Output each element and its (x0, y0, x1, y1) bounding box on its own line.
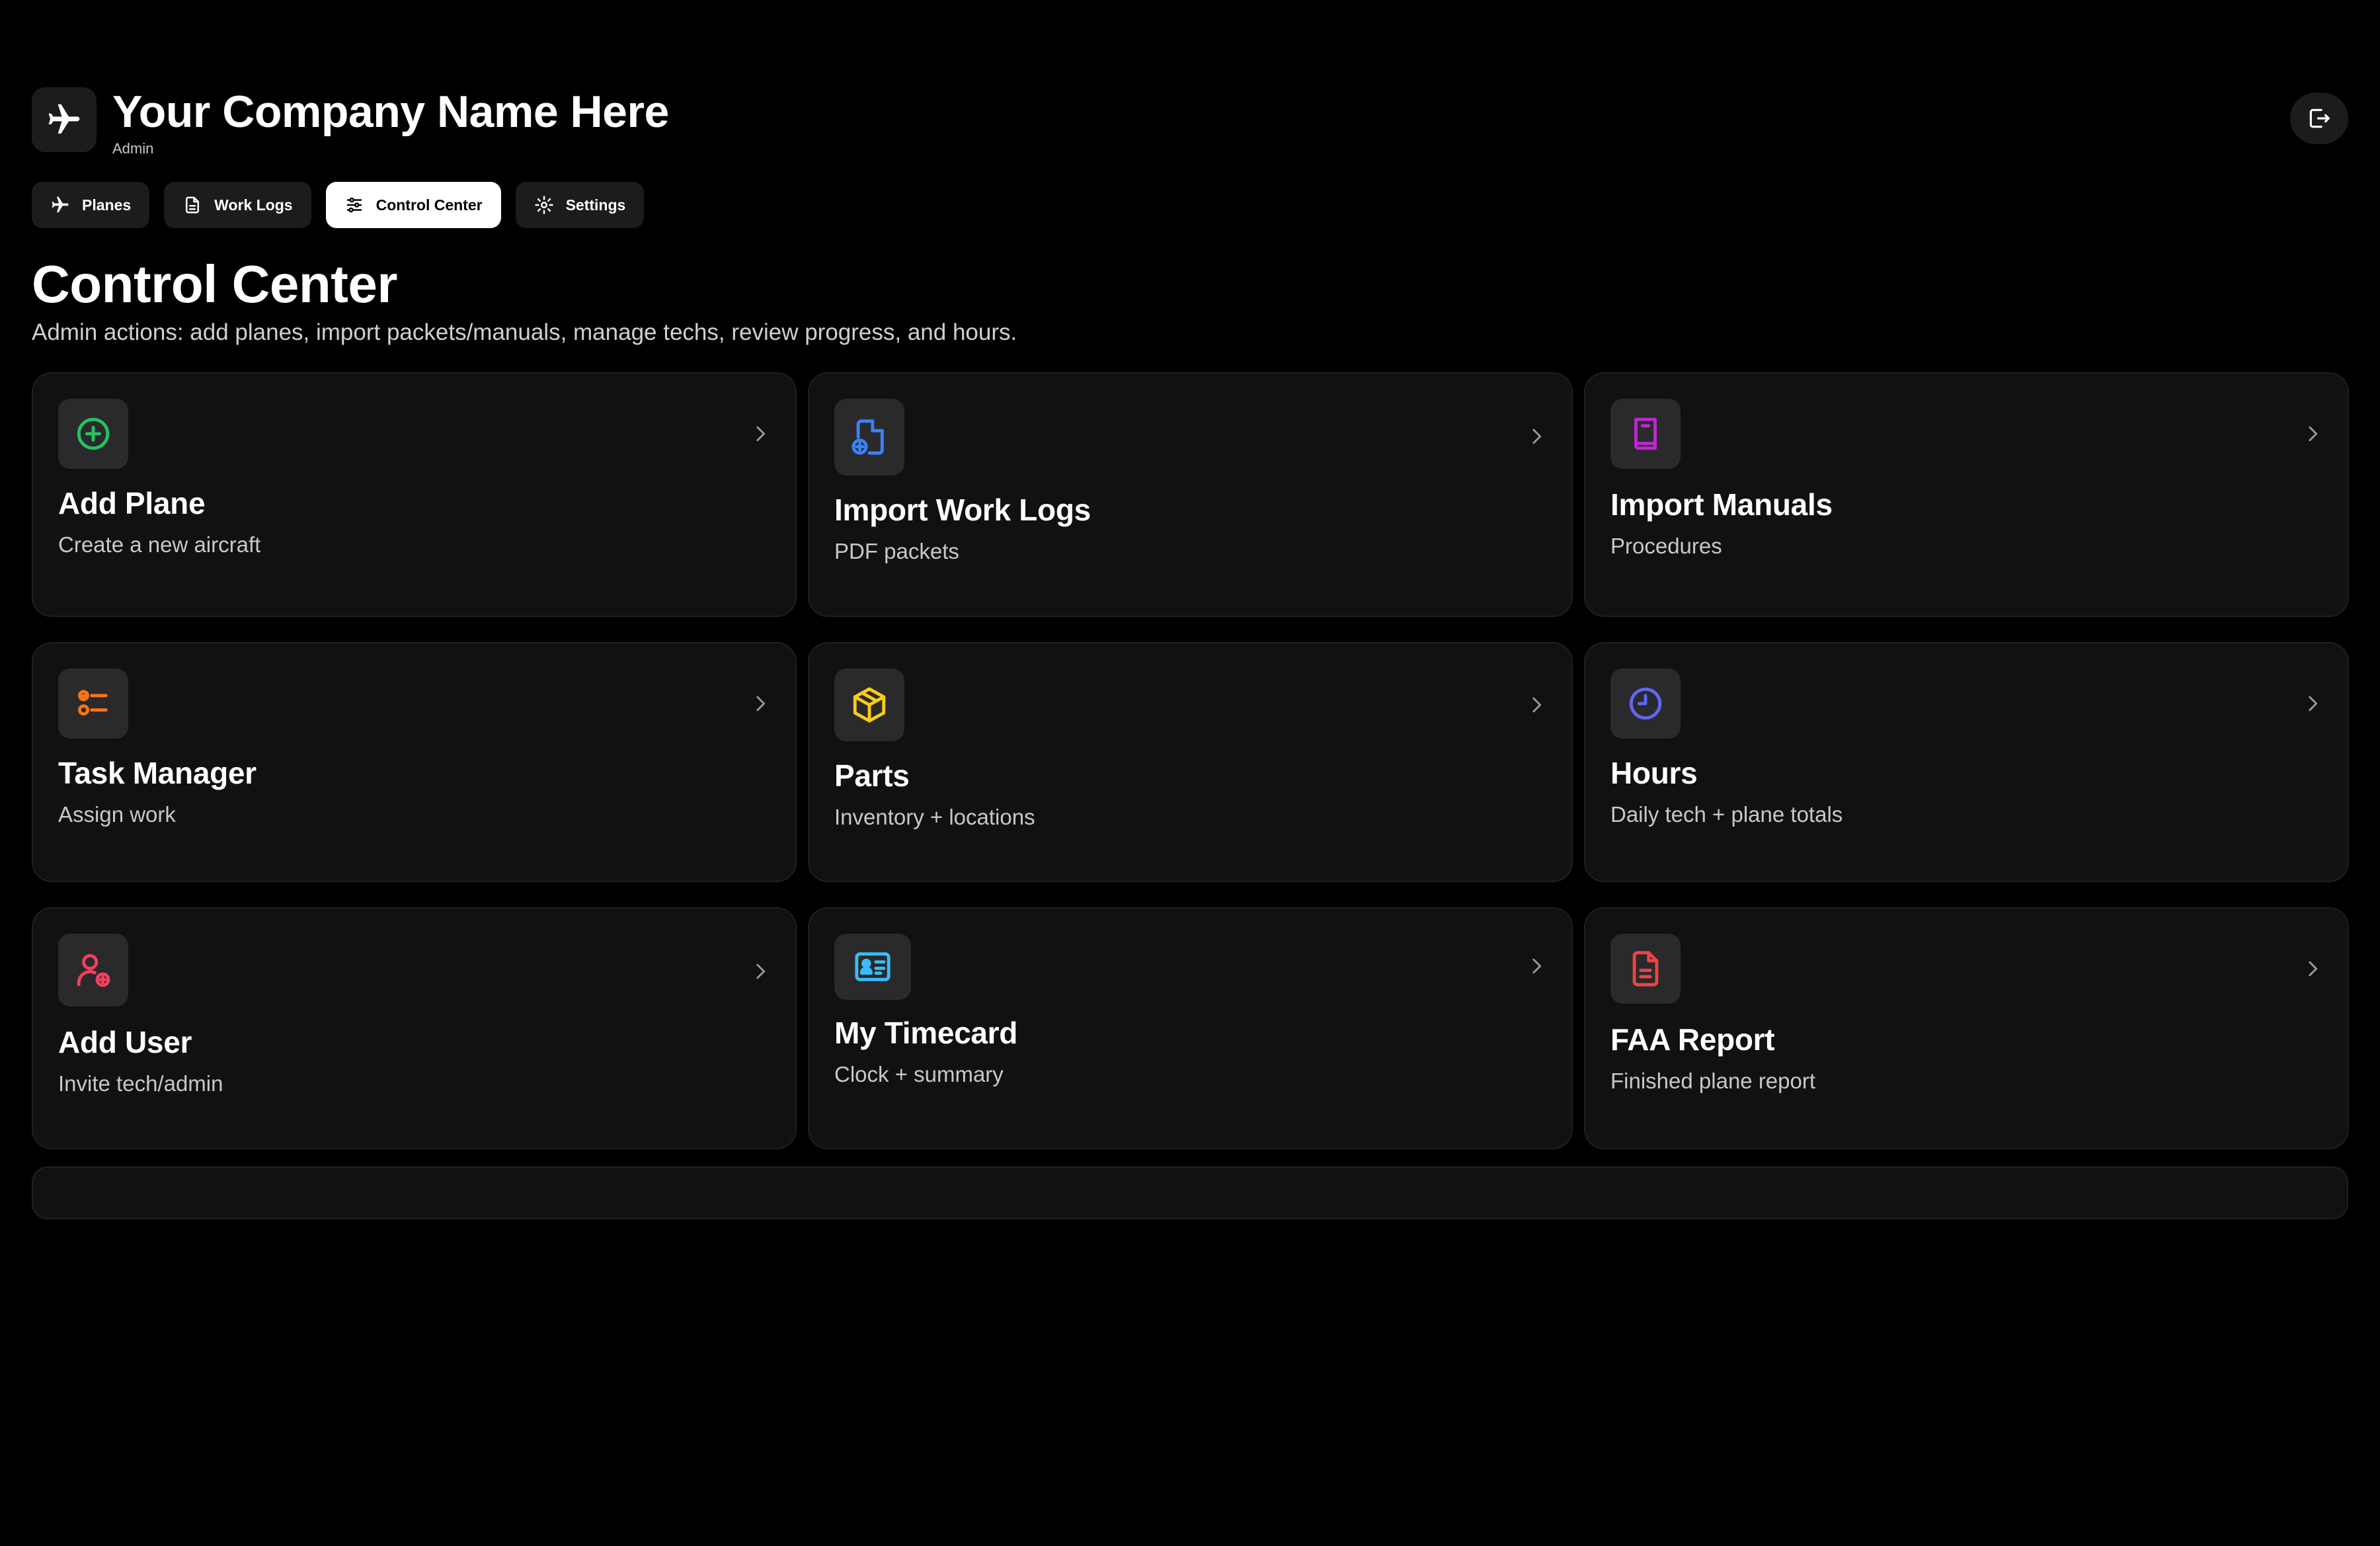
card-subtitle: Finished plane report (1610, 1069, 1816, 1093)
card-subtitle: Create a new aircraft (58, 532, 261, 557)
card-title: Hours (1610, 756, 1698, 790)
card-parts[interactable]: Parts Inventory + locations (808, 642, 1573, 882)
tab-label: Planes (82, 196, 132, 214)
card-task-manager[interactable]: Task Manager Assign work (32, 642, 797, 882)
file-plus-icon (852, 419, 884, 455)
chevron-right-icon (2309, 961, 2318, 977)
report-icon (1632, 951, 1659, 987)
card-icon-box (58, 399, 128, 469)
card-add-plane[interactable]: Add Plane Create a new aircraft (32, 372, 797, 617)
tab-label: Control Center (376, 196, 483, 214)
user-plus-icon (77, 954, 110, 987)
company-block: Your Company Name Here Admin (112, 87, 669, 159)
app-header: Your Company Name Here Admin (32, 87, 2348, 157)
clock-icon (1629, 687, 1662, 720)
chevron-right-icon (756, 426, 766, 442)
card-icon-box (834, 399, 904, 475)
chevron-right-icon (2309, 696, 2318, 712)
card-title: Import Manuals (1610, 487, 1833, 522)
card-subtitle: Daily tech + plane totals (1610, 802, 1843, 827)
card-title: My Timecard (834, 1016, 1018, 1050)
card-subtitle: Procedures (1610, 534, 1722, 558)
card-add-user[interactable]: Add User Invite tech/admin (32, 907, 797, 1149)
card-icon-box (834, 669, 904, 741)
book-icon (1634, 417, 1657, 450)
chevron-right-icon (756, 963, 766, 979)
tab-control-center[interactable]: Control Center (325, 182, 501, 228)
chevron-right-icon (756, 696, 766, 712)
user-role: Admin (112, 140, 154, 157)
tab-label: Work Logs (214, 196, 293, 214)
page-title: Control Center (32, 255, 398, 313)
card-icon-box (58, 934, 128, 1006)
document-icon (186, 196, 200, 214)
tab-work-logs[interactable]: Work Logs (164, 182, 311, 228)
company-logo (32, 87, 97, 152)
id-card-icon (855, 952, 891, 981)
card-icon-box (1610, 934, 1681, 1004)
card-title: Add Plane (58, 486, 206, 520)
card-icon-box (834, 934, 911, 1000)
tab-planes[interactable]: Planes (32, 182, 150, 228)
card-my-timecard[interactable]: My Timecard Clock + summary (808, 907, 1573, 1149)
plane-icon (52, 196, 69, 213)
gear-icon (534, 196, 553, 214)
card-icon-box (1610, 669, 1681, 739)
plane-icon (48, 104, 80, 134)
sliders-icon (346, 197, 362, 213)
card-title: Add User (58, 1025, 192, 1059)
chevron-right-icon (1532, 428, 1542, 444)
card-subtitle: Inventory + locations (834, 805, 1035, 829)
card-import-work-logs[interactable]: Import Work Logs PDF packets (808, 372, 1573, 617)
card-hours[interactable]: Hours Daily tech + plane totals (1584, 642, 2349, 882)
chevron-right-icon (1532, 697, 1542, 713)
card-subtitle: Invite tech/admin (58, 1071, 223, 1096)
card-subtitle: PDF packets (834, 539, 959, 563)
card-import-manuals[interactable]: Import Manuals Procedures (1584, 372, 2349, 617)
card-title: Task Manager (58, 756, 257, 790)
card-title: Parts (834, 758, 910, 793)
chevron-right-icon (1532, 958, 1542, 974)
main-tabs: Planes Work Logs Control Center Settings (32, 182, 645, 228)
company-name: Your Company Name Here (112, 87, 669, 137)
card-subtitle: Assign work (58, 802, 176, 827)
page-subtitle: Admin actions: add planes, import packet… (32, 319, 1017, 345)
plus-circle-icon (77, 417, 110, 450)
card-icon-box (1610, 399, 1681, 469)
card-title: FAA Report (1610, 1022, 1775, 1057)
logout-button[interactable] (2290, 93, 2348, 144)
footer-panel (32, 1166, 2348, 1219)
card-icon-box (58, 669, 128, 739)
tab-label: Settings (565, 196, 626, 214)
card-faa-report[interactable]: FAA Report Finished plane report (1584, 907, 2349, 1149)
action-grid: Add Plane Create a new aircraft Import W… (32, 372, 2349, 1149)
task-list-icon (78, 690, 108, 716)
chevron-right-icon (2309, 426, 2318, 442)
card-title: Import Work Logs (834, 493, 1091, 527)
card-subtitle: Clock + summary (834, 1062, 1004, 1086)
package-icon (853, 687, 886, 723)
tab-settings[interactable]: Settings (515, 182, 645, 228)
logout-icon (2309, 108, 2330, 128)
